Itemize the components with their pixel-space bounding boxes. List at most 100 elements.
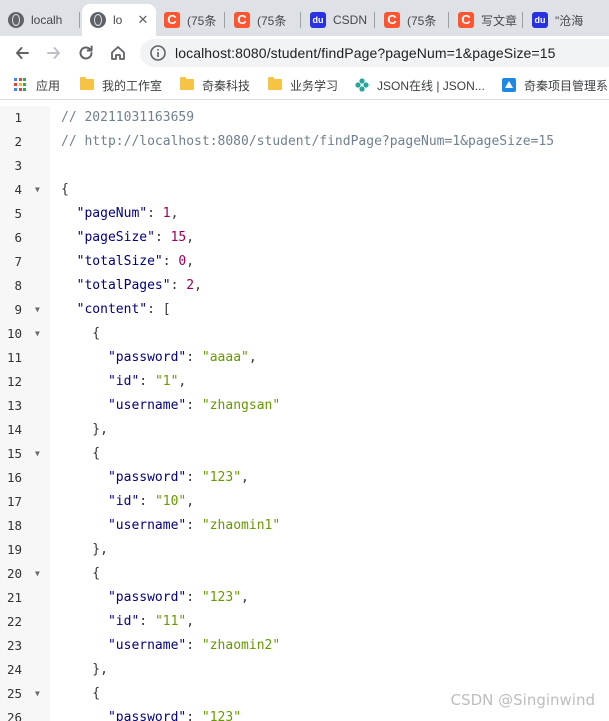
code-text: "password": "123",	[61, 586, 249, 610]
fold-toggle-icon[interactable]: ▼	[35, 562, 40, 586]
home-button[interactable]	[106, 41, 130, 65]
reload-button[interactable]	[74, 41, 98, 65]
baidu-icon: du	[310, 12, 326, 28]
address-bar[interactable]: localhost:8080/student/findPage?pageNum=…	[140, 39, 609, 67]
back-button[interactable]	[10, 41, 34, 65]
line-number: 4	[14, 182, 22, 197]
json-key: "pageSize"	[76, 230, 155, 245]
line-number: 16	[6, 470, 22, 485]
bookmark-apps[interactable]: 应用	[14, 76, 60, 94]
code-text: "password": "123"	[61, 706, 241, 721]
punctuation: ,	[178, 374, 187, 389]
code-line: 5 "pageNum": 1,	[0, 202, 609, 226]
punctuation: },	[61, 662, 108, 677]
line-number: 24	[6, 662, 22, 677]
json-key: "totalPages"	[76, 278, 171, 293]
fold-toggle-icon[interactable]: ▼	[35, 298, 40, 322]
json-key: "password"	[107, 350, 187, 365]
code-line: 4 ▼ {	[0, 178, 609, 202]
baidu-icon: du	[532, 12, 548, 28]
line-number: 14	[6, 422, 22, 437]
url-text[interactable]: localhost:8080/student/findPage?pageNum=…	[175, 45, 555, 61]
punctuation: :	[186, 638, 202, 653]
bookmark-label: 奇秦项目管理系	[524, 78, 609, 93]
code-text: "pageNum": 1,	[61, 202, 179, 226]
folder-icon	[180, 77, 194, 92]
json-string: "aaaa"	[201, 350, 249, 365]
code-line: 16 "password": "123",	[0, 466, 609, 490]
line-number: 12	[6, 374, 22, 389]
code-line: 15 ▼ {	[0, 442, 609, 466]
tab-title: (75条	[407, 13, 437, 28]
tab-csdn-3[interactable]: C (75条	[376, 4, 448, 36]
punctuation: :	[186, 398, 202, 413]
code-line: 8 "totalPages": 2,	[0, 274, 609, 298]
code-text: "username": "zhangsan"	[61, 394, 280, 418]
code-line: 19 },	[0, 538, 609, 562]
code-line: 7 "totalSize": 0,	[0, 250, 609, 274]
line-number: 23	[6, 638, 22, 653]
punctuation	[61, 350, 108, 365]
forward-button[interactable]	[42, 41, 66, 65]
json-string: "10"	[154, 494, 187, 509]
info-icon[interactable]	[149, 44, 167, 62]
bookmark-json-online[interactable]: JSON在线 | JSON...	[355, 76, 485, 94]
fold-toggle-icon[interactable]: ▼	[35, 442, 40, 466]
json-key: "id"	[107, 614, 140, 629]
punctuation: :	[139, 494, 155, 509]
tab-divider	[224, 12, 225, 28]
code-text: },	[61, 658, 108, 682]
bookmark-business-study[interactable]: 业务学习	[268, 76, 338, 94]
bookmark-qiqin-pm[interactable]: 奇秦项目管理系	[502, 76, 608, 94]
tab-write-article[interactable]: C 写文章	[450, 4, 522, 36]
close-tab-icon[interactable]: ✕	[136, 13, 150, 27]
json-key: "username"	[107, 638, 187, 653]
code-line: 21 "password": "123",	[0, 586, 609, 610]
tab-csdn-search[interactable]: du CSDN	[302, 4, 374, 36]
line-number: 10	[6, 326, 22, 341]
bookmark-label: JSON在线 | JSON...	[377, 78, 485, 93]
punctuation	[61, 254, 77, 269]
line-number: 8	[14, 278, 22, 293]
fold-toggle-icon[interactable]: ▼	[35, 178, 40, 202]
punctuation: ,	[186, 230, 195, 245]
tab-localhost-active[interactable]: lo ✕	[82, 4, 156, 36]
bookmarks-bar: 应用 我的工作室 奇秦科技 业务学习 JSON在线 | JSON... 奇秦项目…	[0, 70, 609, 100]
bookmark-my-studio[interactable]: 我的工作室	[80, 76, 162, 94]
json-number: 15	[170, 230, 187, 245]
fold-toggle-icon[interactable]: ▼	[35, 682, 40, 706]
tab-baidu[interactable]: du "沧海	[524, 4, 609, 36]
line-number: 26	[6, 710, 22, 721]
tab-localhost-1[interactable]: localh	[0, 4, 83, 36]
json-key: "password"	[107, 470, 187, 485]
folder-icon	[268, 77, 282, 92]
tab-divider	[448, 12, 449, 28]
json-string: "zhaomin2"	[201, 638, 281, 653]
punctuation: ,	[248, 350, 257, 365]
bookmark-qiqin-tech[interactable]: 奇秦科技	[180, 76, 250, 94]
punctuation: :	[186, 470, 202, 485]
json-string: "zhangsan"	[201, 398, 281, 413]
punctuation: },	[61, 422, 108, 437]
code-text: "id": "11",	[61, 610, 194, 634]
punctuation: :	[186, 590, 202, 605]
tab-title: (75条	[187, 13, 217, 28]
json-string: "1"	[154, 374, 179, 389]
code-text: "password": "aaaa",	[61, 346, 257, 370]
tab-title: 写文章	[481, 13, 518, 28]
tab-csdn-2[interactable]: C (75条	[226, 4, 300, 36]
json-key: "id"	[107, 374, 140, 389]
fold-toggle-icon[interactable]: ▼	[35, 322, 40, 346]
json-string: "zhaomin1"	[201, 518, 281, 533]
tab-strip: localh lo ✕ C (75条 C (75条 du CSDN C (75条…	[0, 0, 609, 36]
code-line: 10 ▼ {	[0, 322, 609, 346]
tab-csdn-1[interactable]: C (75条	[156, 4, 224, 36]
punctuation	[61, 206, 77, 221]
line-number: 22	[6, 614, 22, 629]
json-viewer: 1 // 20211031163659 2 // http://localhost:8…	[0, 106, 609, 721]
line-number: 6	[14, 230, 22, 245]
tab-title: CSDN	[333, 13, 368, 27]
punctuation: ,	[194, 278, 202, 293]
punctuation: :	[154, 230, 171, 245]
punctuation	[61, 230, 77, 245]
